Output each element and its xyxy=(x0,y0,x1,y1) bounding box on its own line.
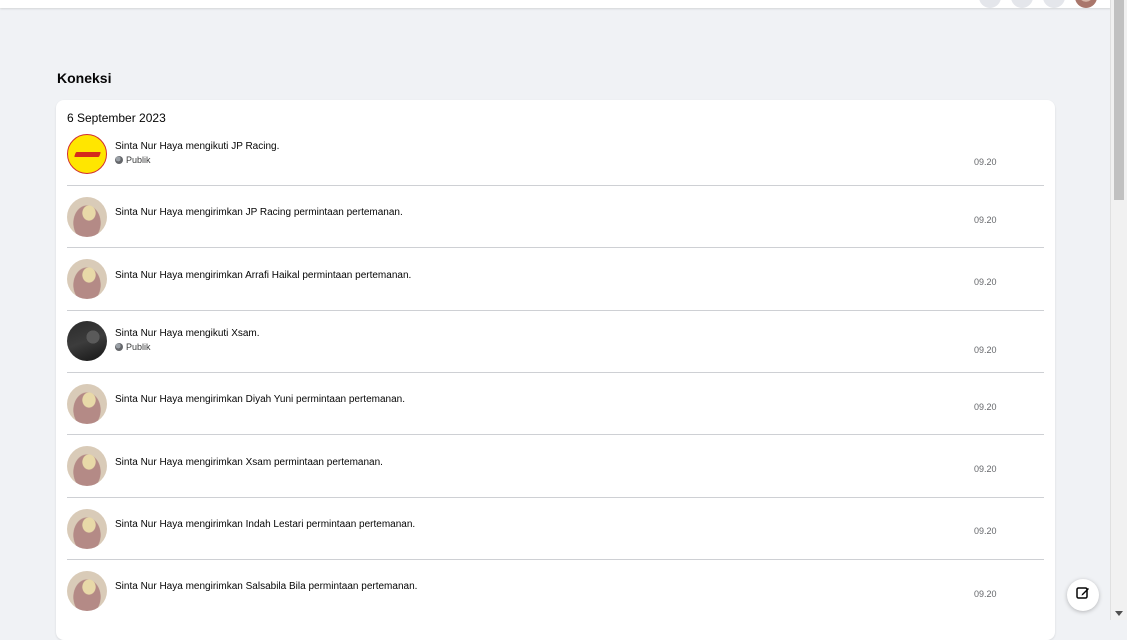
activity-item[interactable]: Sinta Nur Haya mengirimkan JP Racing per… xyxy=(67,186,1044,248)
timestamp: 09.20 xyxy=(974,402,997,412)
timestamp: 09.20 xyxy=(974,215,997,225)
activity-log-card: 6 September 2023 Sinta Nur Haya mengikut… xyxy=(56,100,1055,640)
sinta-avatar[interactable] xyxy=(67,571,107,611)
audience-label[interactable]: Publik xyxy=(115,342,151,352)
activity-item[interactable]: Sinta Nur Haya mengirimkan Xsam perminta… xyxy=(67,435,1044,498)
sinta-avatar[interactable] xyxy=(67,384,107,424)
activity-item[interactable]: Sinta Nur Haya mengikuti Xsam. Publik 09… xyxy=(67,311,1044,373)
date-header: 6 September 2023 xyxy=(67,111,166,125)
account-avatar[interactable] xyxy=(1075,0,1097,8)
activity-item[interactable]: Sinta Nur Haya mengirimkan Salsabila Bil… xyxy=(67,560,1044,622)
timestamp: 09.20 xyxy=(974,277,997,287)
activity-item[interactable]: Sinta Nur Haya mengirimkan Indah Lestari… xyxy=(67,498,1044,560)
sinta-avatar[interactable] xyxy=(67,446,107,486)
menu-icon[interactable] xyxy=(979,0,1001,8)
xsam-avatar[interactable] xyxy=(67,321,107,361)
timestamp: 09.20 xyxy=(974,345,997,355)
timestamp: 09.20 xyxy=(974,157,997,167)
notifications-icon[interactable] xyxy=(1043,0,1065,8)
activity-item[interactable]: Sinta Nur Haya mengirimkan Diyah Yuni pe… xyxy=(67,373,1044,435)
vertical-scrollbar[interactable] xyxy=(1110,0,1127,620)
activity-text: Sinta Nur Haya mengirimkan JP Racing per… xyxy=(115,207,403,218)
sinta-avatar[interactable] xyxy=(67,197,107,237)
scroll-down-arrow-icon[interactable] xyxy=(1115,611,1123,616)
timestamp: 09.20 xyxy=(974,589,997,599)
activity-text: Sinta Nur Haya mengirimkan Indah Lestari… xyxy=(115,519,416,530)
scrollbar-thumb[interactable] xyxy=(1114,0,1124,200)
activity-text: Sinta Nur Haya mengirimkan Arrafi Haikal… xyxy=(115,270,412,281)
activity-text: Sinta Nur Haya mengikuti Xsam. xyxy=(115,328,260,339)
activity-item[interactable]: Sinta Nur Haya mengirimkan Arrafi Haikal… xyxy=(67,248,1044,311)
jp-racing-logo[interactable] xyxy=(67,134,107,174)
edit-icon xyxy=(1076,586,1090,605)
messenger-icon[interactable] xyxy=(1011,0,1033,8)
activity-item[interactable]: Sinta Nur Haya mengikuti JP Racing. Publ… xyxy=(67,130,1044,186)
new-message-button[interactable] xyxy=(1067,579,1099,611)
activity-text: Sinta Nur Haya mengikuti JP Racing. xyxy=(115,141,280,152)
sinta-avatar[interactable] xyxy=(67,509,107,549)
audience-label[interactable]: Publik xyxy=(115,155,151,165)
page-title: Koneksi xyxy=(57,70,112,86)
timestamp: 09.20 xyxy=(974,526,997,536)
activity-text: Sinta Nur Haya mengirimkan Salsabila Bil… xyxy=(115,581,418,592)
globe-icon xyxy=(115,343,123,351)
timestamp: 09.20 xyxy=(974,464,997,474)
sinta-avatar[interactable] xyxy=(67,259,107,299)
globe-icon xyxy=(115,156,123,164)
activity-text: Sinta Nur Haya mengirimkan Xsam perminta… xyxy=(115,457,383,468)
top-navigation-bar xyxy=(0,0,1111,8)
activity-text: Sinta Nur Haya mengirimkan Diyah Yuni pe… xyxy=(115,394,406,405)
